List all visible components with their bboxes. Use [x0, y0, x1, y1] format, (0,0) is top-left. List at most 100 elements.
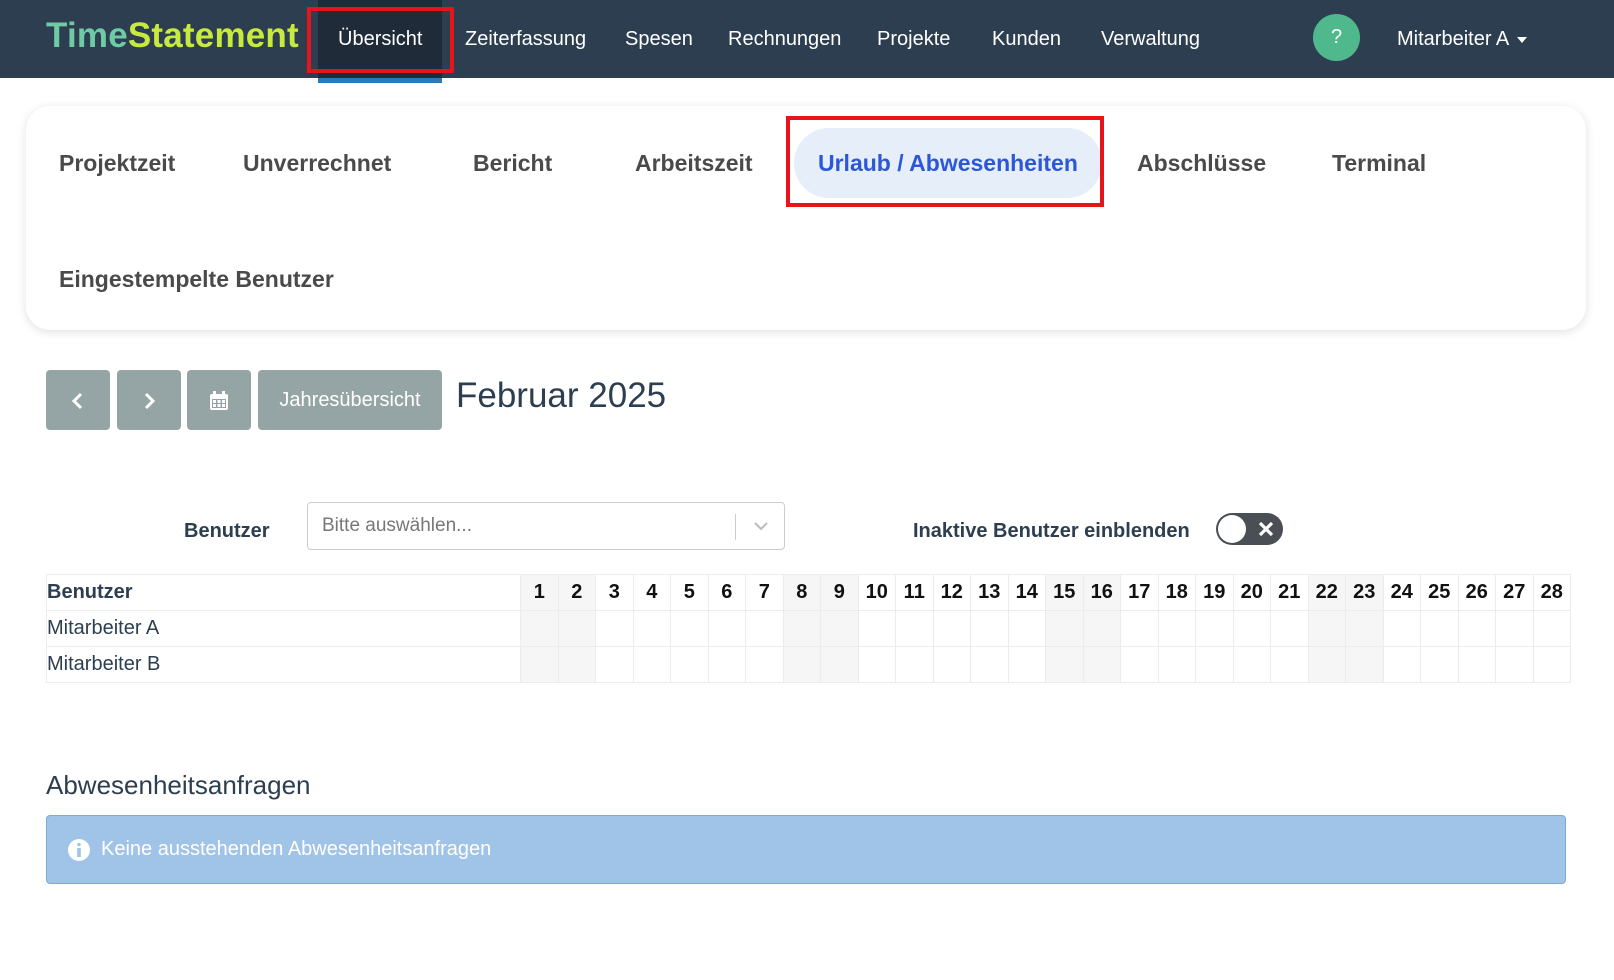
- day-cell[interactable]: [632, 610, 671, 647]
- day-header-15: 15: [1045, 574, 1084, 611]
- day-cell[interactable]: [932, 646, 971, 683]
- tab-unverrechnet[interactable]: Unverrechnet: [243, 128, 391, 198]
- day-cell[interactable]: [520, 610, 559, 647]
- day-header-11: 11: [895, 574, 934, 611]
- calendar-header-row: Benutzer 1 2 3 4 5 6 7 8 9 10 11 12 13 14 15 16 17 18 19 20…: [46, 574, 1571, 611]
- user-name-cell[interactable]: Mitarbeiter B: [46, 646, 521, 683]
- day-cell[interactable]: [1382, 646, 1421, 683]
- day-header-22: 22: [1307, 574, 1346, 611]
- day-cell[interactable]: [1457, 646, 1496, 683]
- day-cell[interactable]: [857, 646, 896, 683]
- day-cell[interactable]: [1082, 610, 1121, 647]
- tab-arbeitszeit[interactable]: Arbeitszeit: [635, 128, 753, 198]
- day-header-16: 16: [1082, 574, 1121, 611]
- day-cell[interactable]: [1195, 646, 1234, 683]
- day-header-19: 19: [1195, 574, 1234, 611]
- day-cell[interactable]: [1270, 610, 1309, 647]
- day-cell[interactable]: [1157, 646, 1196, 683]
- day-cell[interactable]: [1420, 646, 1459, 683]
- day-cell[interactable]: [1420, 610, 1459, 647]
- year-overview-button[interactable]: Jahresübersicht: [258, 370, 442, 430]
- day-cell[interactable]: [707, 646, 746, 683]
- day-cell[interactable]: [895, 610, 934, 647]
- nav-item-projekte[interactable]: Projekte: [877, 0, 950, 78]
- day-cell[interactable]: [1307, 646, 1346, 683]
- day-cell[interactable]: [1232, 646, 1271, 683]
- day-cell[interactable]: [895, 646, 934, 683]
- day-cell[interactable]: [932, 610, 971, 647]
- day-cell[interactable]: [670, 646, 709, 683]
- day-cell[interactable]: [970, 610, 1009, 647]
- day-cell[interactable]: [820, 646, 859, 683]
- day-cell[interactable]: [970, 646, 1009, 683]
- day-cell[interactable]: [1270, 646, 1309, 683]
- tab-bericht[interactable]: Bericht: [473, 128, 552, 198]
- day-cell[interactable]: [1307, 610, 1346, 647]
- tab-eingestempelte-benutzer[interactable]: Eingestempelte Benutzer: [59, 244, 334, 314]
- day-cell[interactable]: [707, 610, 746, 647]
- nav-item-verwaltung[interactable]: Verwaltung: [1101, 0, 1200, 78]
- day-header-21: 21: [1270, 574, 1309, 611]
- day-cell[interactable]: [1457, 610, 1496, 647]
- chevron-left-icon: [71, 392, 83, 409]
- nav-item-uebersicht[interactable]: Übersicht: [318, 0, 443, 83]
- day-cell[interactable]: [1120, 646, 1159, 683]
- day-cell[interactable]: [782, 610, 821, 647]
- day-cell[interactable]: [1045, 646, 1084, 683]
- day-cell[interactable]: [1045, 610, 1084, 647]
- tab-projektzeit[interactable]: Projektzeit: [59, 128, 175, 198]
- user-select[interactable]: Bitte auswählen...: [307, 502, 785, 550]
- calendar-name-header: Benutzer: [46, 574, 521, 611]
- day-cell[interactable]: [632, 646, 671, 683]
- day-cell[interactable]: [1382, 610, 1421, 647]
- next-month-button[interactable]: [117, 370, 181, 430]
- user-name-cell[interactable]: Mitarbeiter A: [46, 610, 521, 647]
- prev-month-button[interactable]: [46, 370, 110, 430]
- day-cell[interactable]: [595, 610, 634, 647]
- user-menu-label: Mitarbeiter A: [1397, 28, 1510, 50]
- day-cell[interactable]: [1082, 646, 1121, 683]
- day-cell[interactable]: [1345, 610, 1384, 647]
- chevron-right-icon: [144, 392, 156, 409]
- day-cell[interactable]: [1495, 610, 1534, 647]
- day-header-9: 9: [820, 574, 859, 611]
- table-row: Mitarbeiter A: [46, 610, 1571, 647]
- day-cell[interactable]: [1345, 646, 1384, 683]
- day-header-18: 18: [1157, 574, 1196, 611]
- day-cell[interactable]: [1120, 610, 1159, 647]
- day-cell[interactable]: [557, 646, 596, 683]
- day-cell[interactable]: [1007, 610, 1046, 647]
- calendar-picker-button[interactable]: [187, 370, 251, 430]
- help-button[interactable]: ?: [1313, 14, 1360, 61]
- nav-item-zeiterfassung[interactable]: Zeiterfassung: [465, 0, 586, 78]
- day-cell[interactable]: [1232, 610, 1271, 647]
- day-cell[interactable]: [1495, 646, 1534, 683]
- day-cell[interactable]: [595, 646, 634, 683]
- day-cell[interactable]: [857, 610, 896, 647]
- nav-item-spesen[interactable]: Spesen: [625, 0, 693, 78]
- no-requests-alert: Keine ausstehenden Abwesenheitsanfragen: [46, 815, 1566, 884]
- tab-terminal[interactable]: Terminal: [1332, 128, 1426, 198]
- inactive-users-toggle[interactable]: [1216, 513, 1283, 545]
- brand-logo[interactable]: TimeStatement: [46, 16, 299, 56]
- tab-abschluesse[interactable]: Abschlüsse: [1137, 128, 1266, 198]
- day-cell[interactable]: [1007, 646, 1046, 683]
- nav-item-kunden[interactable]: Kunden: [992, 0, 1061, 78]
- calendar-icon: [210, 390, 228, 410]
- tab-urlaub-abwesenheiten[interactable]: Urlaub / Abwesenheiten: [794, 128, 1102, 198]
- user-menu-dropdown[interactable]: Mitarbeiter A: [1397, 0, 1528, 78]
- table-row: Mitarbeiter B: [46, 646, 1571, 683]
- nav-item-rechnungen[interactable]: Rechnungen: [728, 0, 841, 78]
- day-cell[interactable]: [1532, 646, 1571, 683]
- day-cell[interactable]: [745, 646, 784, 683]
- day-cell[interactable]: [745, 610, 784, 647]
- day-cell[interactable]: [782, 646, 821, 683]
- day-cell[interactable]: [557, 610, 596, 647]
- day-cell[interactable]: [1532, 610, 1571, 647]
- day-cell[interactable]: [670, 610, 709, 647]
- day-cell[interactable]: [1195, 610, 1234, 647]
- day-header-2: 2: [557, 574, 596, 611]
- day-cell[interactable]: [1157, 610, 1196, 647]
- day-cell[interactable]: [820, 610, 859, 647]
- day-cell[interactable]: [520, 646, 559, 683]
